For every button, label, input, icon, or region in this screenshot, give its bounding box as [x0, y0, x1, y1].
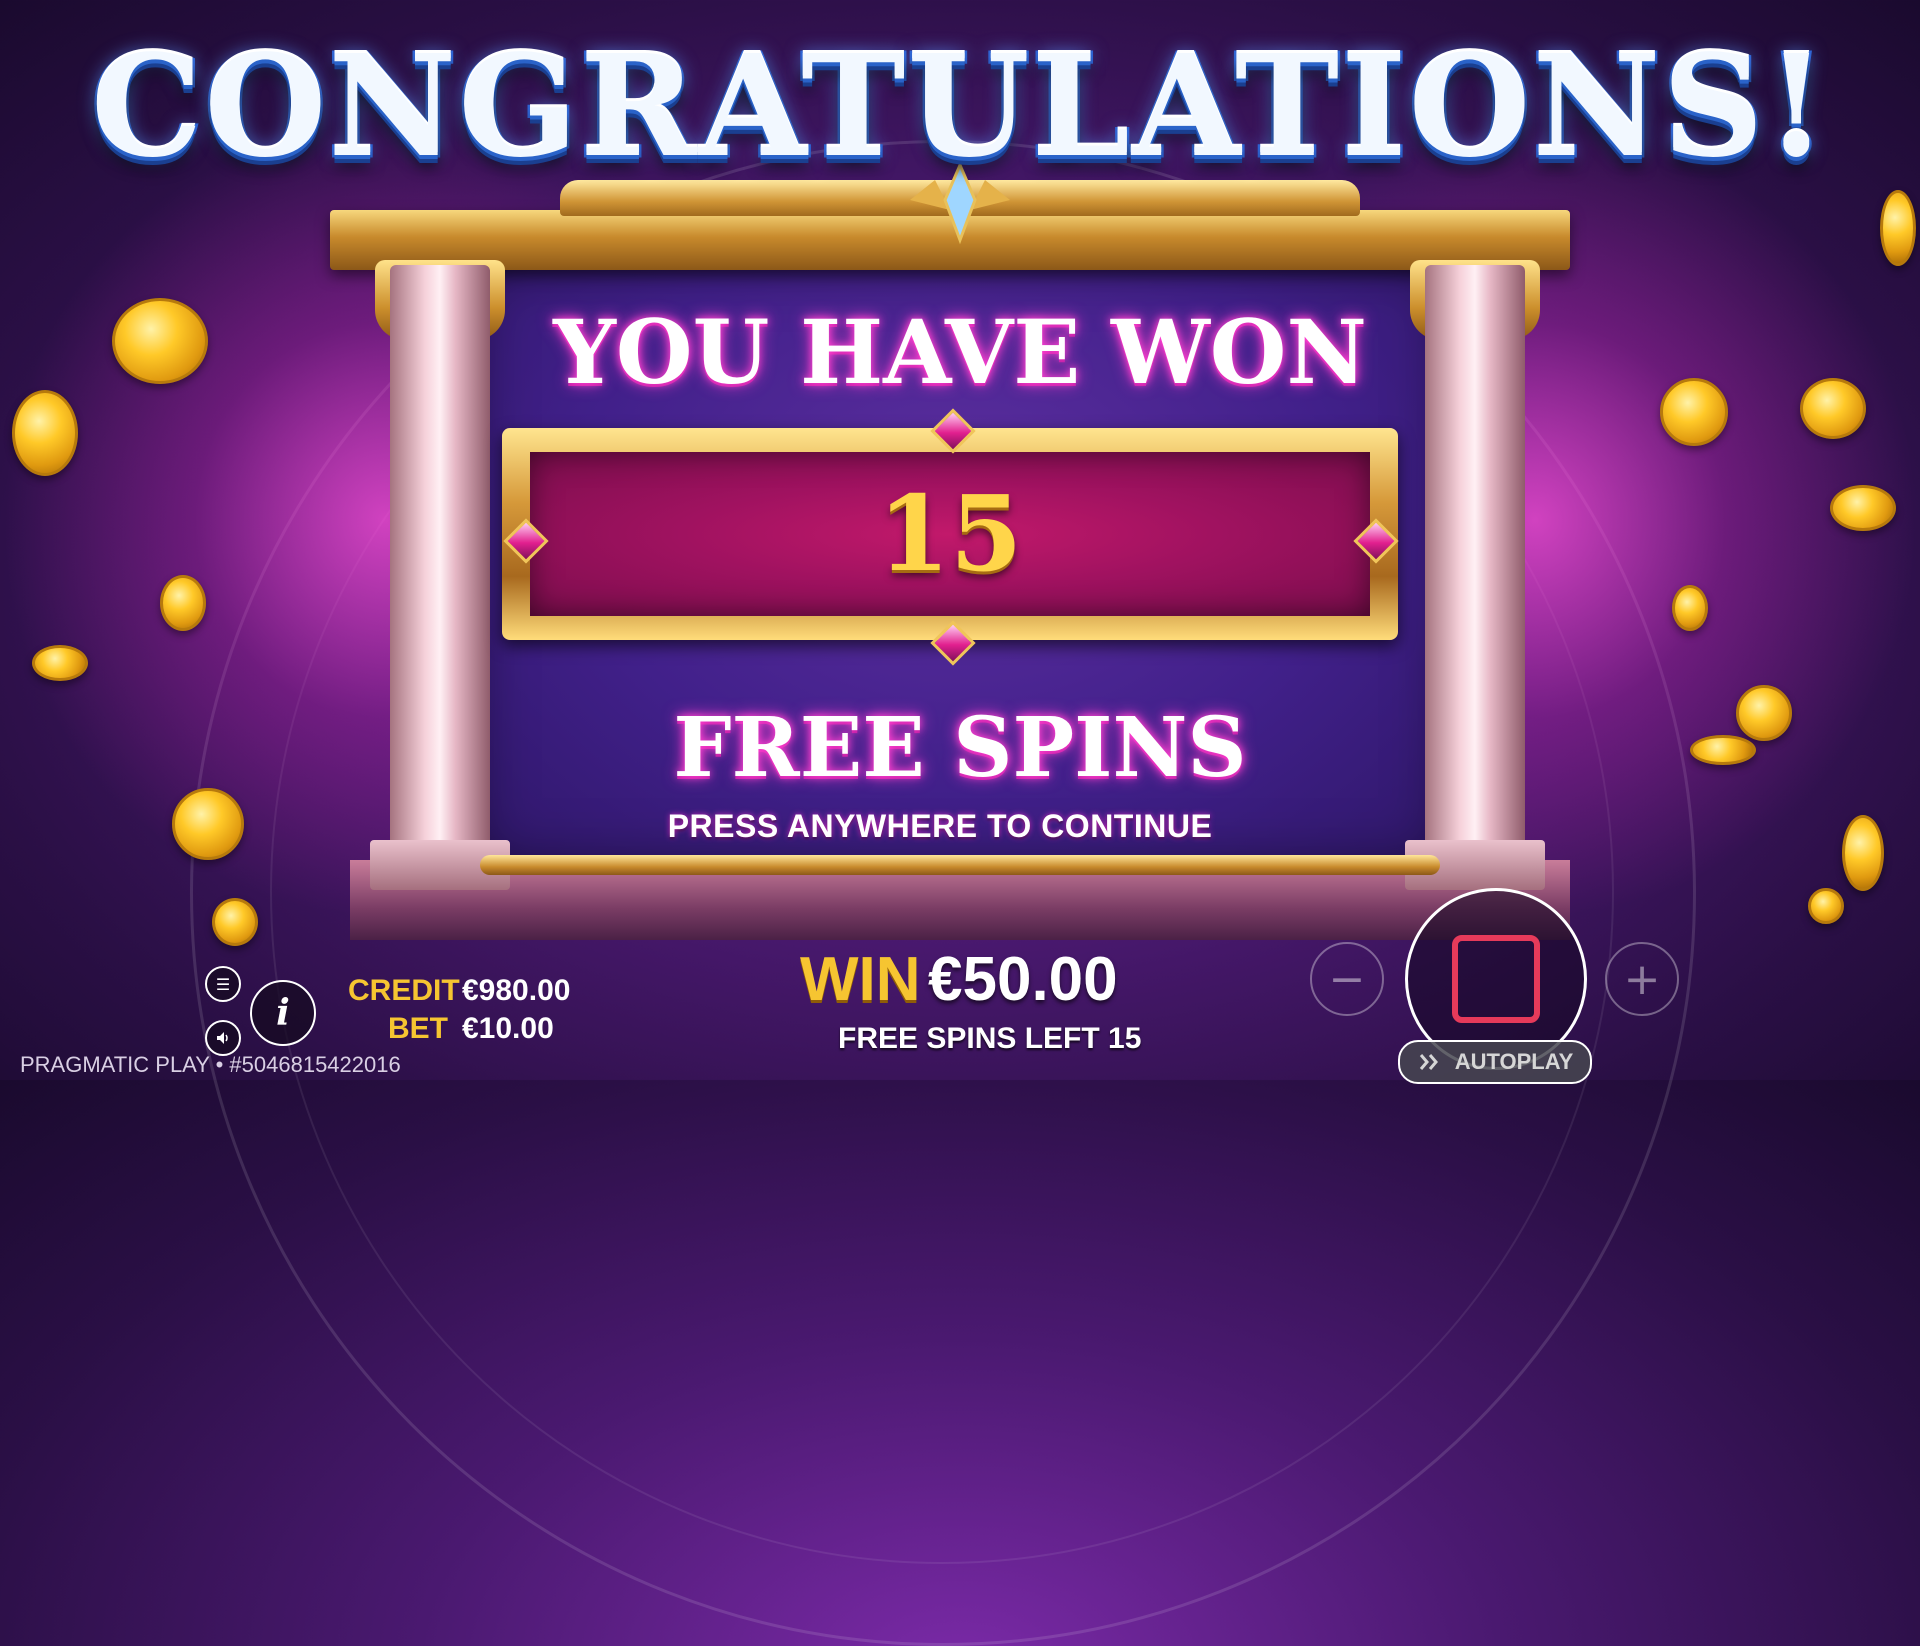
- credit-value: €980.00: [462, 974, 571, 1007]
- info-button[interactable]: i: [250, 980, 316, 1046]
- congratulations-title: CONGRATULATIONS!: [88, 23, 1830, 192]
- gold-coin: [212, 898, 258, 946]
- gold-coin: [1830, 485, 1896, 531]
- stop-icon: [1452, 935, 1540, 1023]
- bet-value: €10.00: [462, 1012, 554, 1045]
- free-spins-left: FREE SPINS LEFT 15: [838, 1022, 1142, 1055]
- gold-coin: [1800, 378, 1866, 439]
- menu-button[interactable]: ☰: [205, 966, 241, 1002]
- free-spins-count: 15: [877, 472, 1023, 595]
- speaker-icon: [217, 1032, 228, 1044]
- gold-coin: [1672, 585, 1708, 631]
- autoplay-icon: [1419, 1054, 1438, 1070]
- gold-coin: [112, 298, 208, 384]
- temple-ledge: [480, 855, 1440, 875]
- win-label: WIN: [800, 945, 921, 1014]
- gold-coin: [172, 788, 244, 860]
- menu-icon: ☰: [215, 974, 231, 994]
- gold-coin: [1736, 685, 1792, 741]
- gold-coin: [1842, 815, 1884, 891]
- plus-icon: +: [1623, 953, 1661, 1005]
- press-to-continue-text[interactable]: PRESS ANYWHERE TO CONTINUE: [470, 808, 1410, 845]
- decrease-bet-button[interactable]: −: [1310, 942, 1384, 1016]
- info-icon: i: [276, 992, 290, 1034]
- you-have-won-heading: YOU HAVE WON: [553, 300, 1367, 404]
- gold-coin: [32, 645, 88, 681]
- gold-coin: [1808, 888, 1844, 924]
- gold-coin: [12, 390, 78, 476]
- credit-label: CREDIT: [348, 974, 460, 1007]
- autoplay-label: AUTOPLAY: [1454, 1049, 1574, 1074]
- autoplay-button[interactable]: AUTOPLAY: [1398, 1040, 1592, 1084]
- increase-bet-button[interactable]: +: [1605, 942, 1679, 1016]
- bet-label: BET: [388, 1012, 448, 1045]
- gold-coin: [1880, 190, 1916, 266]
- footer-provider-id: PRAGMATIC PLAY • #5046815422016: [20, 1052, 401, 1077]
- sound-button[interactable]: [205, 1020, 241, 1056]
- free-spins-label: FREE SPINS: [673, 700, 1247, 796]
- gold-coin: [1690, 735, 1756, 765]
- gold-coin: [160, 575, 206, 631]
- win-value: €50.00: [928, 945, 1118, 1014]
- minus-icon: −: [1328, 953, 1366, 1005]
- gold-coin: [1660, 378, 1728, 446]
